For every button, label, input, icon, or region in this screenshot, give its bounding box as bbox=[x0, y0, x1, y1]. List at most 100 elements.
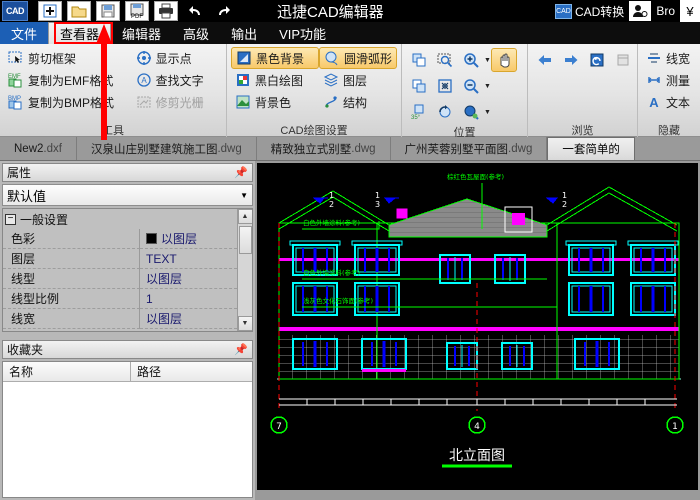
find-text-button[interactable]: A 查找文字 bbox=[132, 69, 222, 91]
save-pdf-icon[interactable]: PDF bbox=[125, 1, 149, 21]
currency-icon[interactable]: ¥ bbox=[680, 0, 700, 22]
pin-icon[interactable]: 📌 bbox=[234, 166, 248, 179]
copy-bmp-button[interactable]: BMP 复制为BMP格式 bbox=[4, 91, 132, 113]
zoom-out-dropdown-icon[interactable]: ▼ bbox=[484, 74, 491, 98]
doctab-name: 精致独立式别墅 bbox=[270, 143, 352, 156]
layers-button[interactable]: 图层 bbox=[319, 69, 397, 91]
rotate-view-icon[interactable] bbox=[432, 100, 458, 124]
property-row-lineweight[interactable]: 线宽 以图层 bbox=[3, 309, 237, 329]
crop-frame-button[interactable]: 剪切框架 bbox=[4, 47, 132, 69]
cad-drawing: 1 2 1 3 1 2 白色外墙涂料(参考) 白色外墙涂料(参考) 浅灰色文化石… bbox=[257, 163, 698, 481]
property-value[interactable]: 1 bbox=[140, 289, 237, 309]
pin-icon[interactable]: 📌 bbox=[234, 343, 248, 356]
doctab-ext: .dwg bbox=[508, 142, 533, 155]
drawing-canvas[interactable]: 1 2 1 3 1 2 白色外墙涂料(参考) 白色外墙涂料(参考) 浅灰色文化石… bbox=[257, 163, 698, 490]
black-background-button[interactable]: 黑色背景 bbox=[231, 47, 319, 69]
property-target-combo[interactable]: 默认值 ▼ bbox=[2, 184, 253, 206]
zoom-preset-dropdown-icon[interactable]: ▼ bbox=[484, 100, 491, 124]
pan-hand-icon[interactable] bbox=[491, 48, 517, 72]
text-label: 文本 bbox=[666, 95, 691, 110]
doctab-jingzhi[interactable]: 精致独立式别墅 .dwg bbox=[257, 137, 391, 160]
property-value-cell[interactable]: 以图层 bbox=[140, 229, 237, 249]
zoom-extents-icon[interactable] bbox=[432, 74, 458, 98]
trim-raster-button[interactable]: 修剪光栅 bbox=[132, 91, 222, 113]
open-icon[interactable] bbox=[67, 1, 91, 21]
arrow-right-icon[interactable] bbox=[558, 48, 584, 72]
new-icon[interactable] bbox=[38, 1, 62, 21]
window-view-icon[interactable] bbox=[610, 48, 636, 72]
background-color-button[interactable]: 背景色 bbox=[231, 91, 319, 113]
property-row-linetype[interactable]: 线型 以图层 bbox=[3, 269, 237, 289]
doctab-active[interactable]: 一套简单的 bbox=[547, 137, 635, 160]
favorites-column-name[interactable]: 名称 bbox=[3, 362, 131, 381]
print-icon[interactable] bbox=[154, 1, 178, 21]
title-bar: CAD PDF 迅捷CAD编辑器 CAD CAD转换 Bro ¥ bbox=[0, 0, 700, 22]
zoom-out-icon[interactable] bbox=[458, 74, 484, 98]
favorites-table: 名称 路径 bbox=[2, 361, 253, 498]
ribbon-group-position: ▼ ▼ 35° ▼ 位置 bbox=[401, 44, 527, 139]
property-row-linetype-scale[interactable]: 线型比例 1 bbox=[3, 289, 237, 309]
tab-advanced[interactable]: 高级 bbox=[172, 22, 220, 44]
copy-view-icon[interactable] bbox=[406, 48, 432, 72]
section-mark: 1 bbox=[329, 191, 334, 200]
property-row-color[interactable]: 色彩 以图层 bbox=[3, 229, 237, 249]
measure-button[interactable]: 测量 bbox=[642, 69, 694, 91]
section-mark: 2 bbox=[329, 200, 334, 209]
property-scrollbar[interactable]: ▲ ▼ bbox=[237, 209, 252, 331]
cad-convert-button[interactable]: CAD CAD转换 bbox=[550, 3, 629, 20]
tab-editor[interactable]: 编辑器 bbox=[111, 22, 172, 44]
text-button[interactable]: A 文本 bbox=[642, 91, 694, 113]
property-value[interactable]: 以图层 bbox=[140, 309, 237, 329]
property-value[interactable]: TEXT bbox=[140, 249, 237, 269]
svg-text:35°: 35° bbox=[411, 115, 421, 120]
zoom-preset-icon[interactable] bbox=[458, 100, 484, 124]
doctab-new2[interactable]: New2 .dxf bbox=[0, 137, 77, 160]
undo-icon[interactable] bbox=[183, 1, 207, 21]
copy-emf-button[interactable]: EMF 复制为EMF格式 bbox=[4, 69, 132, 91]
show-point-button[interactable]: 显示点 bbox=[132, 47, 222, 69]
tab-viewer[interactable]: 查看器 bbox=[48, 22, 112, 44]
tab-output[interactable]: 输出 bbox=[220, 22, 268, 44]
favorites-panel-header: 收藏夹 📌 bbox=[2, 340, 253, 359]
structure-label: 结构 bbox=[342, 95, 367, 110]
chevron-down-icon: ▼ bbox=[240, 190, 248, 200]
scroll-up-icon[interactable]: ▲ bbox=[237, 209, 252, 224]
property-row-layer[interactable]: 图层 TEXT bbox=[3, 249, 237, 269]
doctab-hanquan[interactable]: 汉泉山庄别墅建筑施工图 .dwg bbox=[77, 137, 257, 160]
account-name[interactable]: Bro bbox=[651, 4, 680, 18]
property-group-row[interactable]: − 一般设置 bbox=[3, 209, 237, 229]
ribbon: 剪切框架 EMF 复制为EMF格式 BMP 复制为BMP格式 显示点 A 查找文… bbox=[0, 44, 700, 139]
doctab-guangzhou[interactable]: 广州芙蓉别墅平面图 .dwg bbox=[391, 137, 548, 160]
favorites-column-path[interactable]: 路径 bbox=[131, 362, 252, 381]
copy-emf-label: 复制为EMF格式 bbox=[28, 73, 114, 88]
monochrome-label: 黑白绘图 bbox=[255, 73, 304, 88]
scroll-down-icon[interactable]: ▼ bbox=[237, 316, 252, 331]
redo-icon[interactable] bbox=[212, 1, 236, 21]
property-value[interactable]: 以图层 bbox=[140, 269, 237, 289]
structure-button[interactable]: 结构 bbox=[319, 91, 397, 113]
paste-view-icon[interactable] bbox=[406, 74, 432, 98]
scroll-thumb[interactable] bbox=[238, 226, 252, 254]
tab-file[interactable]: 文件 bbox=[0, 22, 49, 44]
zoom-in-icon[interactable] bbox=[458, 48, 484, 72]
left-dock: 属性 📌 默认值 ▼ − 一般设置 色彩 以图层 图层 TEXT 线型 以图层 … bbox=[0, 161, 255, 500]
tab-vip[interactable]: VIP功能 bbox=[268, 22, 337, 44]
cad-editor-window: CAD PDF 迅捷CAD编辑器 CAD CAD转换 Bro ¥ 文件 查看器 … bbox=[0, 0, 700, 500]
refresh-view-icon[interactable] bbox=[584, 48, 610, 72]
monochrome-button[interactable]: 黑白绘图 bbox=[231, 69, 319, 91]
favorites-table-body bbox=[3, 382, 252, 497]
app-title: 迅捷CAD编辑器 bbox=[277, 4, 384, 21]
smooth-arc-button[interactable]: 圆滑弧形 bbox=[318, 47, 397, 69]
zoom-window-icon[interactable] bbox=[432, 48, 458, 72]
rotate-35-icon[interactable]: 35° bbox=[406, 100, 432, 124]
arrow-left-icon[interactable] bbox=[532, 48, 558, 72]
linewidth-button[interactable]: 线宽 bbox=[642, 47, 694, 69]
zoom-in-dropdown-icon[interactable]: ▼ bbox=[484, 48, 491, 72]
save-icon[interactable] bbox=[96, 1, 120, 21]
collapse-icon[interactable]: − bbox=[5, 213, 16, 225]
doctab-ext: .dwg bbox=[217, 142, 242, 155]
user-avatar-icon[interactable] bbox=[629, 1, 652, 21]
ribbon-group-tools: 剪切框架 EMF 复制为EMF格式 BMP 复制为BMP格式 显示点 A 查找文… bbox=[0, 44, 226, 137]
doctab-ext: .dwg bbox=[351, 142, 376, 155]
property-target-value: 默认值 bbox=[7, 188, 47, 204]
